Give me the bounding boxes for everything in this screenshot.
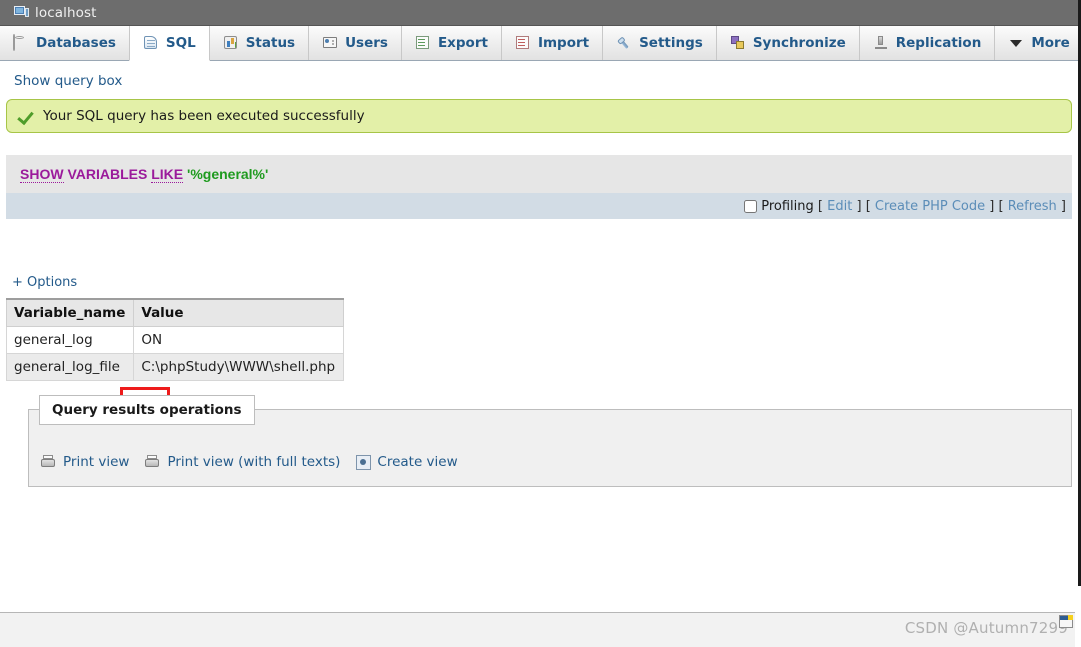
sql-string-literal: '%general%': [186, 166, 269, 182]
success-message: Your SQL query has been executed success…: [43, 108, 365, 124]
tab-more[interactable]: More: [995, 26, 1081, 60]
tab-label: Synchronize: [752, 35, 846, 51]
tab-databases[interactable]: Databases: [0, 26, 130, 60]
export-icon: [415, 35, 431, 51]
query-results-operations-panel: Query results operations Print view Prin…: [28, 395, 1072, 487]
window-titlebar: localhost: [0, 0, 1078, 26]
op-label: Create view: [377, 454, 458, 470]
refresh-link[interactable]: Refresh: [1008, 199, 1057, 214]
show-query-box-link[interactable]: Show query box: [0, 61, 122, 99]
profiling-toolbar: Profiling [ Edit ] [ Create PHP Code ] […: [6, 193, 1072, 219]
query-results-operations-legend: Query results operations: [39, 395, 255, 425]
op-label: Print view (with full texts): [167, 454, 341, 470]
users-icon: [322, 35, 338, 51]
browser-page-frame: localhost Databases SQL Status Users Exp…: [0, 0, 1081, 647]
column-header-value[interactable]: Value: [133, 298, 345, 327]
synchronize-icon: [730, 35, 746, 51]
cell-value: ON: [133, 326, 345, 354]
tab-status[interactable]: Status: [210, 26, 310, 60]
wrench-icon: [616, 35, 632, 51]
executed-sql-display: SHOW VARIABLES LIKE '%general%': [6, 155, 1072, 193]
cell-variable-name: general_log: [5, 326, 135, 354]
tab-settings[interactable]: Settings: [603, 26, 717, 60]
options-toggle-link[interactable]: + Options: [12, 275, 77, 290]
sql-scroll-icon: [143, 35, 159, 51]
create-php-code-link[interactable]: Create PHP Code: [875, 199, 985, 214]
server-monitor-icon: [14, 6, 29, 19]
op-label: Print view: [63, 454, 130, 470]
tab-label: Status: [245, 35, 296, 51]
database-icon: [13, 34, 29, 51]
tab-sql[interactable]: SQL: [128, 26, 210, 61]
sql-keyword-variables: VARIABLES: [67, 166, 148, 182]
tab-label: Import: [537, 35, 590, 51]
print-view-full-texts-link[interactable]: Print view (with full texts): [145, 454, 340, 470]
tab-import[interactable]: Import: [502, 26, 604, 60]
tab-export[interactable]: Export: [402, 26, 502, 60]
tab-label: Databases: [36, 35, 116, 51]
print-view-link[interactable]: Print view: [41, 454, 129, 470]
success-notice: Your SQL query has been executed success…: [6, 99, 1072, 133]
create-view-icon: [356, 454, 372, 470]
printer-icon: [145, 455, 161, 469]
cell-value: C:\phpStudy\WWW\shell.php: [133, 353, 345, 381]
query-results-table: Variable_name Value general_log ON gener…: [5, 298, 345, 381]
tab-replication[interactable]: Replication: [860, 26, 996, 60]
green-check-icon: [19, 109, 35, 123]
table-row[interactable]: general_log ON: [5, 326, 345, 354]
column-header-variable-name[interactable]: Variable_name: [5, 298, 135, 327]
import-icon: [515, 35, 531, 51]
main-navigation-tabs: Databases SQL Status Users Export Import…: [0, 26, 1078, 61]
create-view-link[interactable]: Create view: [356, 454, 458, 470]
edit-link[interactable]: Edit: [827, 199, 852, 214]
bracket-close: ]: [1060, 198, 1066, 214]
profiling-checkbox[interactable]: [744, 199, 758, 213]
window-title: localhost: [35, 4, 97, 21]
cell-variable-name: general_log_file: [5, 353, 135, 381]
tab-label: Export: [437, 35, 488, 51]
page-content: Show query box Your SQL query has been e…: [0, 61, 1078, 647]
table-row[interactable]: general_log_file C:\phpStudy\WWW\shell.p…: [5, 353, 345, 381]
printer-icon: [41, 455, 57, 469]
tab-label: Settings: [639, 35, 703, 51]
tab-label: SQL: [165, 35, 196, 51]
sql-keyword-like: LIKE: [151, 166, 184, 183]
watermark-text: CSDN @Autumn7299: [904, 619, 1068, 637]
status-chart-icon: [223, 35, 239, 51]
tab-label: Users: [345, 35, 388, 51]
tab-users[interactable]: Users: [309, 26, 402, 60]
tab-label: Replication: [895, 35, 982, 51]
tab-label: More: [1031, 35, 1070, 51]
table-header-row: Variable_name Value: [5, 298, 345, 327]
profiling-label: Profiling: [761, 198, 814, 214]
tab-synchronize[interactable]: Synchronize: [717, 26, 860, 60]
replication-icon: [873, 35, 889, 51]
sql-keyword-show: SHOW: [20, 166, 64, 183]
window-panel-icon[interactable]: [1059, 615, 1073, 628]
chevron-down-icon: [1008, 35, 1024, 51]
